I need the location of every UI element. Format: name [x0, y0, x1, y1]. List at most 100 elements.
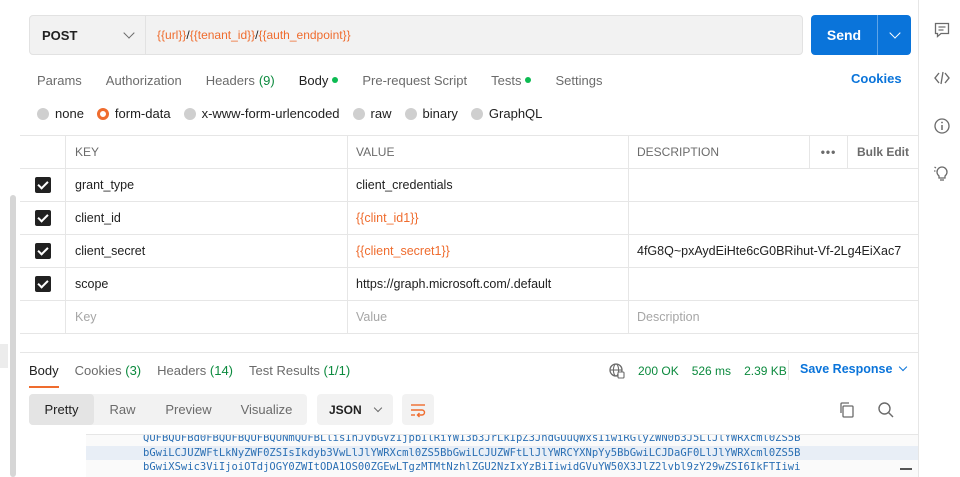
request-tabs: Params Authorization Headers (9) Body Pre-req…	[37, 70, 626, 90]
checkbox-checked-icon[interactable]	[34, 243, 51, 259]
response-tab-body[interactable]: Body	[29, 360, 59, 388]
radio-label: raw	[370, 106, 392, 121]
response-tab-test-results[interactable]: Test Results (1/1)	[249, 360, 350, 386]
radio-icon[interactable]	[37, 107, 49, 120]
tab-pre-request-script[interactable]: Pre-request Script	[362, 70, 467, 90]
row-check-cell	[20, 202, 66, 234]
row-check-cell	[20, 268, 66, 300]
tab-settings[interactable]: Settings	[555, 70, 602, 90]
left-scrollbar[interactable]	[10, 195, 16, 477]
send-button[interactable]: Send	[811, 15, 911, 55]
new-description-input[interactable]: Description	[629, 301, 918, 333]
lightbulb-icon[interactable]	[933, 164, 951, 182]
table-row: client_id {{clint_id1}}	[20, 202, 918, 235]
code-line: QUFBQUFBd0FBQUFBQUFBQUNmQUFBLlisInJvbGVz…	[143, 434, 801, 444]
code-icon[interactable]	[933, 69, 951, 87]
new-key-input[interactable]: Key	[66, 301, 348, 333]
response-divider[interactable]	[20, 352, 918, 353]
radio-label: form-data	[114, 106, 171, 121]
radio-icon[interactable]	[404, 107, 417, 120]
key-cell[interactable]: client_id	[66, 202, 348, 234]
code-gutter	[40, 434, 86, 477]
header-check-cell	[20, 136, 66, 168]
radio-icon[interactable]	[470, 107, 483, 120]
table-row: scope https://graph.microsoft.com/.defaul…	[20, 268, 918, 301]
format-label: JSON	[329, 402, 362, 417]
radio-icon[interactable]	[183, 107, 196, 120]
tab-count: (9)	[258, 72, 275, 88]
body-type-graphql[interactable]: GraphQL	[470, 106, 542, 121]
send-options-button[interactable]	[877, 15, 911, 55]
globe-icon[interactable]	[608, 362, 626, 380]
view-preview[interactable]: Preview	[151, 394, 226, 425]
right-sidebar	[918, 0, 960, 477]
tab-tests[interactable]: Tests	[491, 70, 532, 90]
tab-body[interactable]: Body	[299, 70, 339, 90]
tab-headers[interactable]: Headers (9)	[206, 70, 275, 90]
tab-label: Params	[37, 72, 82, 88]
tab-count: (14)	[209, 363, 234, 378]
response-meta: 200 OK 526 ms 2.39 KB	[608, 362, 800, 380]
search-icon[interactable]	[877, 401, 895, 419]
tab-count: (1/1)	[323, 363, 351, 378]
status-code[interactable]: 200 OK	[638, 364, 679, 378]
radio-icon[interactable]	[96, 107, 109, 120]
value-cell[interactable]: https://graph.microsoft.com/.default	[348, 268, 629, 300]
response-body[interactable]: QUFBQUFBd0FBQUFBQUFBQUNmQUFBLlisInJvbGVz…	[86, 434, 918, 477]
value-cell[interactable]: {{clint_id1}}	[348, 202, 629, 234]
code-scroll-marker[interactable]	[900, 468, 912, 470]
tab-authorization[interactable]: Authorization	[106, 70, 182, 90]
panel-resize-notch[interactable]	[0, 344, 8, 368]
body-type-none[interactable]: none	[37, 106, 84, 121]
body-type-options: none form-data x-www-form-urlencoded raw bin…	[37, 106, 555, 121]
value-cell[interactable]: {{client_secret1}}	[348, 235, 629, 267]
response-tab-headers[interactable]: Headers (14)	[157, 360, 233, 386]
method-select[interactable]: POST	[30, 16, 146, 54]
tab-label: Settings	[555, 72, 603, 88]
tab-label: Headers	[157, 363, 207, 378]
view-visualize[interactable]: Visualize	[226, 394, 307, 425]
save-response-button[interactable]: Save Response	[800, 362, 908, 376]
header-key: KEY	[66, 136, 348, 168]
table-header-row: KEY VALUE DESCRIPTION ••• Bulk Edit	[20, 136, 918, 169]
value-cell[interactable]: client_credentials	[348, 169, 629, 201]
checkbox-checked-icon[interactable]	[34, 177, 51, 193]
description-cell[interactable]: 4fG8Q~pxAydEiHte6cG0BRihut-Vf-2Lg4EiXac7	[629, 235, 918, 267]
description-cell[interactable]	[629, 268, 918, 300]
radio-icon[interactable]	[352, 107, 365, 120]
response-tab-cookies[interactable]: Cookies (3)	[75, 360, 141, 386]
new-value-input[interactable]: Value	[348, 301, 629, 333]
body-type-raw[interactable]: raw	[352, 106, 392, 121]
key-cell[interactable]: grant_type	[66, 169, 348, 201]
body-type-form-data[interactable]: form-data	[96, 106, 171, 121]
response-size[interactable]: 2.39 KB	[744, 364, 787, 378]
comment-icon[interactable]	[933, 21, 951, 39]
description-cell[interactable]	[629, 169, 918, 201]
format-select[interactable]: JSON	[317, 394, 393, 425]
tab-params[interactable]: Params	[37, 70, 82, 90]
info-icon[interactable]	[933, 117, 951, 135]
bulk-edit-button[interactable]: Bulk Edit	[848, 136, 918, 168]
response-time[interactable]: 526 ms	[692, 364, 731, 378]
chevron-down-icon	[373, 403, 383, 412]
cookies-link[interactable]: Cookies	[851, 71, 902, 86]
send-label[interactable]: Send	[811, 15, 877, 55]
view-raw[interactable]: Raw	[94, 394, 151, 425]
chevron-down-icon	[888, 27, 901, 39]
copy-icon[interactable]	[838, 401, 856, 419]
table-row: client_secret {{client_secret1}} 4fG8Q~pxA…	[20, 235, 918, 268]
checkbox-checked-icon[interactable]	[34, 210, 51, 226]
more-options-button[interactable]: •••	[810, 136, 848, 168]
tab-label: Test Results	[249, 363, 320, 378]
request-panel: POST {{url}} / {{tenant_id}} / {{auth_endpoi…	[20, 0, 918, 477]
key-cell[interactable]: client_secret	[66, 235, 348, 267]
key-cell[interactable]: scope	[66, 268, 348, 300]
body-type-binary[interactable]: binary	[404, 106, 458, 121]
view-pretty[interactable]: Pretty	[29, 394, 94, 425]
body-type-x-www-form-urlencoded[interactable]: x-www-form-urlencoded	[183, 106, 340, 121]
wrap-lines-button[interactable]	[402, 394, 434, 425]
url-input[interactable]: {{url}} / {{tenant_id}} / {{auth_endpoint}}	[146, 16, 802, 54]
description-cell[interactable]	[629, 202, 918, 234]
table-row: grant_type client_credentials	[20, 169, 918, 202]
checkbox-checked-icon[interactable]	[34, 276, 51, 292]
